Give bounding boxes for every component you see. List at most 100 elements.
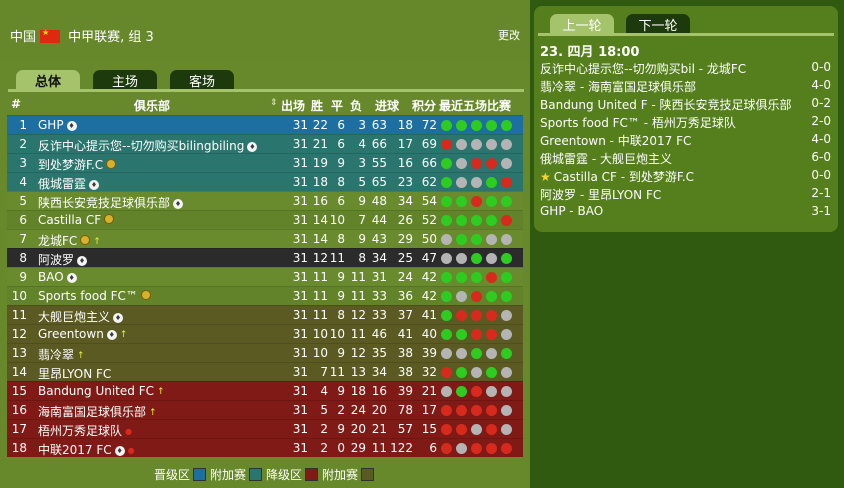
- draw-dot-icon[interactable]: [456, 158, 467, 169]
- draw-dot-icon[interactable]: [456, 177, 467, 188]
- loss-dot-icon[interactable]: [456, 424, 467, 435]
- loss-dot-icon[interactable]: [471, 196, 482, 207]
- draw-dot-icon[interactable]: [501, 139, 512, 150]
- win-dot-icon[interactable]: [441, 310, 452, 321]
- team-name-link[interactable]: 梧州万秀足球队 ●: [38, 422, 132, 439]
- team-name-link[interactable]: 海南富国足球俱乐部 ↑: [38, 403, 157, 420]
- loss-dot-icon[interactable]: [486, 424, 497, 435]
- win-dot-icon[interactable]: [441, 272, 452, 283]
- match-row[interactable]: 反诈中心提示您--切勿购买bil - 龙城FC 0-0: [539, 59, 835, 77]
- team-name-link[interactable]: 大舰巨炮主义 ♦: [38, 308, 124, 325]
- draw-dot-icon[interactable]: [456, 443, 467, 454]
- draw-dot-icon[interactable]: [471, 177, 482, 188]
- match-row[interactable]: GHP - BAO 3-1: [539, 203, 835, 221]
- win-dot-icon[interactable]: [441, 196, 452, 207]
- draw-dot-icon[interactable]: [486, 253, 497, 264]
- loss-dot-icon[interactable]: [486, 310, 497, 321]
- team-name-link[interactable]: 翡冷翠 ↑: [38, 346, 85, 363]
- table-row[interactable]: 13 翡冷翠 ↑ 31 10 9 12 35 38 39: [7, 343, 523, 362]
- draw-dot-icon[interactable]: [501, 329, 512, 340]
- loss-dot-icon[interactable]: [441, 424, 452, 435]
- win-dot-icon[interactable]: [486, 291, 497, 302]
- draw-dot-icon[interactable]: [471, 367, 482, 378]
- team-name-link[interactable]: GHP ♦: [38, 118, 77, 132]
- match-row[interactable]: 俄城雷霆 - 大舰巨炮主义 6-0: [539, 149, 835, 167]
- table-row[interactable]: 12 Greentown ♦ ↑ 31 10 10 11 46 41 40: [7, 324, 523, 343]
- loss-dot-icon[interactable]: [486, 329, 497, 340]
- win-dot-icon[interactable]: [471, 272, 482, 283]
- draw-dot-icon[interactable]: [501, 234, 512, 245]
- draw-dot-icon[interactable]: [486, 348, 497, 359]
- draw-dot-icon[interactable]: [456, 291, 467, 302]
- loss-dot-icon[interactable]: [456, 405, 467, 416]
- change-league-link[interactable]: 更改: [498, 27, 520, 43]
- loss-dot-icon[interactable]: [441, 367, 452, 378]
- win-dot-icon[interactable]: [441, 120, 452, 131]
- draw-dot-icon[interactable]: [501, 158, 512, 169]
- team-name-link[interactable]: 俄城雷霆 ♦: [38, 175, 100, 192]
- win-dot-icon[interactable]: [471, 253, 482, 264]
- win-dot-icon[interactable]: [501, 120, 512, 131]
- win-dot-icon[interactable]: [441, 291, 452, 302]
- loss-dot-icon[interactable]: [471, 443, 482, 454]
- win-dot-icon[interactable]: [501, 272, 512, 283]
- team-name-link[interactable]: Castilla CF: [38, 213, 115, 227]
- team-name-link[interactable]: 中联2017 FC ♦ ●: [38, 441, 135, 458]
- match-row[interactable]: 阿波罗 - 里昂LYON FC 2-1: [539, 185, 835, 203]
- team-name-link[interactable]: 到处梦游F.C: [38, 156, 117, 173]
- win-dot-icon[interactable]: [441, 177, 452, 188]
- table-row[interactable]: 17 梧州万秀足球队 ● 31 2 9 20 21 57 15: [7, 419, 523, 438]
- win-dot-icon[interactable]: [456, 215, 467, 226]
- win-dot-icon[interactable]: [486, 177, 497, 188]
- loss-dot-icon[interactable]: [471, 291, 482, 302]
- draw-dot-icon[interactable]: [486, 234, 497, 245]
- loss-dot-icon[interactable]: [486, 443, 497, 454]
- win-dot-icon[interactable]: [471, 348, 482, 359]
- match-row[interactable]: ★ Castilla CF - 到处梦游F.C 0-0: [539, 167, 835, 185]
- team-name-link[interactable]: BAO ♦: [38, 270, 77, 284]
- table-row[interactable]: 11 大舰巨炮主义 ♦ 31 11 8 12 33 37 41: [7, 305, 523, 324]
- table-row[interactable]: 9 BAO ♦ 31 11 9 11 31 24 42: [7, 267, 523, 286]
- win-dot-icon[interactable]: [486, 196, 497, 207]
- draw-dot-icon[interactable]: [456, 348, 467, 359]
- header-lost[interactable]: 负: [350, 97, 362, 114]
- win-dot-icon[interactable]: [456, 120, 467, 131]
- match-row[interactable]: 翡冷翠 - 海南富国足球俱乐部 4-0: [539, 77, 835, 95]
- loss-dot-icon[interactable]: [456, 310, 467, 321]
- draw-dot-icon[interactable]: [501, 367, 512, 378]
- win-dot-icon[interactable]: [456, 367, 467, 378]
- team-name-link[interactable]: Sports food FC™: [38, 289, 151, 303]
- table-row[interactable]: 10 Sports food FC™ 31 11 9 11 33 36 42: [7, 286, 523, 305]
- header-goals[interactable]: 进球: [375, 97, 399, 114]
- loss-dot-icon[interactable]: [441, 139, 452, 150]
- win-dot-icon[interactable]: [441, 329, 452, 340]
- draw-dot-icon[interactable]: [501, 424, 512, 435]
- loss-dot-icon[interactable]: [486, 405, 497, 416]
- team-name-link[interactable]: Greentown ♦ ↑: [38, 327, 127, 341]
- draw-dot-icon[interactable]: [501, 310, 512, 321]
- win-dot-icon[interactable]: [456, 329, 467, 340]
- table-row[interactable]: 3 到处梦游F.C 31 19 9 3 55 16 66: [7, 153, 523, 172]
- tab-overall[interactable]: 总体: [16, 70, 80, 90]
- win-dot-icon[interactable]: [471, 120, 482, 131]
- table-row[interactable]: 8 阿波罗 ♦ 31 12 11 8 34 25 47: [7, 248, 523, 267]
- match-row[interactable]: Sports food FC™ - 梧州万秀足球队 2-0: [539, 113, 835, 131]
- team-name-link[interactable]: 龙城FC ↑: [38, 232, 101, 249]
- table-row[interactable]: 5 陕西长安竞技足球俱乐部 ♦ 31 16 6 9 48 34 54: [7, 191, 523, 210]
- header-played[interactable]: 出场: [281, 97, 305, 114]
- win-dot-icon[interactable]: [501, 196, 512, 207]
- team-name-link[interactable]: 反诈中心提示您--切勿购买bilingbiling ♦: [38, 137, 258, 154]
- loss-dot-icon[interactable]: [471, 310, 482, 321]
- win-dot-icon[interactable]: [486, 120, 497, 131]
- team-name-link[interactable]: 陕西长安竞技足球俱乐部 ♦: [38, 194, 184, 211]
- table-row[interactable]: 15 Bandung United FC ↑ 31 4 9 18 16 39 21: [7, 381, 523, 400]
- loss-dot-icon[interactable]: [471, 158, 482, 169]
- win-dot-icon[interactable]: [456, 234, 467, 245]
- win-dot-icon[interactable]: [486, 215, 497, 226]
- sort-icon[interactable]: ⇕: [270, 98, 278, 108]
- table-row[interactable]: 4 俄城雷霆 ♦ 31 18 8 5 65 23 62: [7, 172, 523, 191]
- loss-dot-icon[interactable]: [501, 177, 512, 188]
- draw-dot-icon[interactable]: [441, 253, 452, 264]
- draw-dot-icon[interactable]: [471, 424, 482, 435]
- team-name-link[interactable]: 里昂LYON FC: [38, 365, 111, 382]
